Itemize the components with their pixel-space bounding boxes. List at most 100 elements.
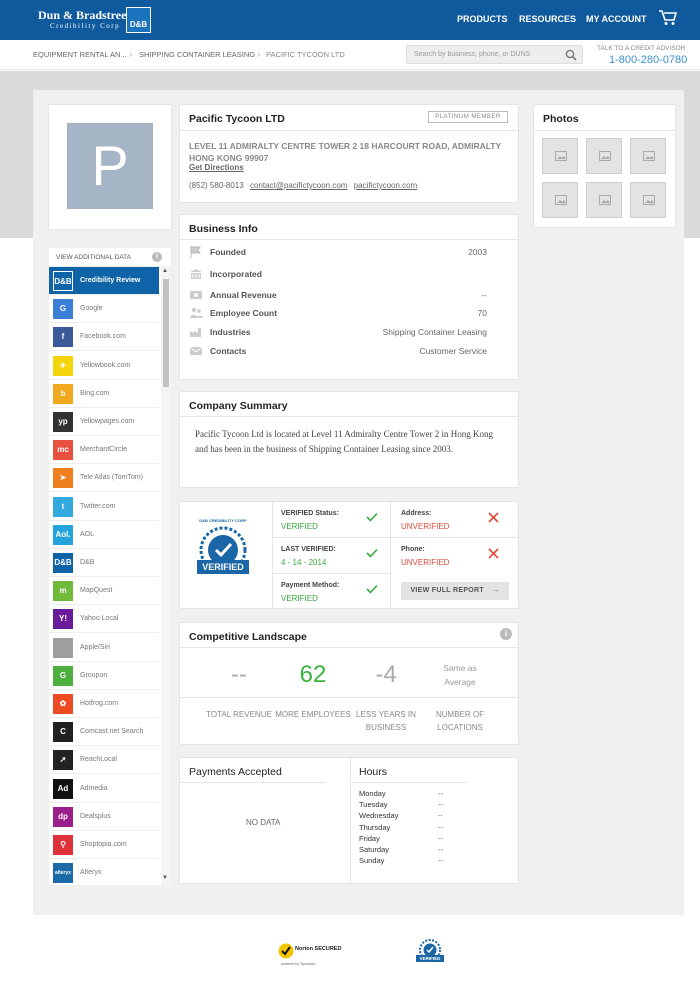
hours-row: Sunday -- [359,856,443,865]
sidebar-item[interactable]: Y! Yahoo Local [49,605,159,634]
company-email-link[interactable]: contact@pacifictycoon.com [250,181,348,190]
sidebar-item-label: Yellowbook.com [80,361,131,369]
sidebar-item[interactable]: D&B D&B [49,549,159,577]
sidebar-item[interactable]: Apple/Siri [49,633,159,662]
company-card: Pacific Tycoon LTD PLATINUM MEMBER LEVEL… [180,105,518,202]
source-logo-icon: Y! [53,609,73,630]
sidebar-item-label: Hotfrog.com [80,700,119,707]
info-row-contacts: Contacts Customer Service [189,346,497,360]
scrollbar-thumb[interactable] [163,279,169,387]
sidebar-item[interactable]: C Comcast.net Search [49,718,159,747]
metric-employees-caption: MORE EMPLOYEES [275,710,351,719]
breadcrumb-item-equipment[interactable]: EQUIPMENT RENTAL AN... [33,50,127,59]
get-directions-link[interactable]: Get Directions [189,163,244,172]
people-icon [190,307,203,318]
chevron-right-icon: › [257,49,260,59]
sidebar-item[interactable]: ✈ Yellowbook.com [49,351,159,380]
nav-my-account[interactable]: MY ACCOUNT [586,14,647,24]
payment-method-label: Payment Method: [281,582,340,589]
view-full-report-button[interactable]: VIEW FULL REPORT → [401,582,509,600]
photo-placeholder[interactable] [542,182,578,218]
cart-icon[interactable] [659,10,677,26]
sidebar-item[interactable]: Aol. AOL [49,520,159,549]
advisor-phone[interactable]: 1-800-280-0780 [609,54,687,66]
search-input[interactable]: Search by business, phone, or DUNS [406,45,583,64]
sidebar-item-label: Shoptopia.com [80,841,127,848]
hours-row: Wednesday -- [359,811,443,820]
sidebar-item[interactable]: ✿ Hotfrog.com [49,690,159,718]
source-logo-icon: Aol. [53,524,73,545]
sidebar-item[interactable]: b Bing.com [49,379,159,408]
status-value: VERIFIED [281,522,318,531]
info-icon[interactable]: i [500,628,512,640]
building-icon [190,269,202,279]
sidebar-scrollbar[interactable]: ▲ ▼ [161,267,171,885]
arrow-right-icon: → [492,587,500,594]
payments-empty: NO DATA [246,818,281,827]
metric-years-value: -4 [375,661,397,688]
metric-years-caption: LESS YEARS IN BUSINESS [356,710,416,732]
photo-placeholder[interactable] [586,182,622,218]
seal-text: VERIFIED [202,562,244,572]
sidebar-item[interactable]: m MapQuest [49,577,159,606]
sidebar-item[interactable]: mc MerchantCircle [49,436,159,465]
norton-check-icon [278,943,294,959]
payments-title: Payments Accepted [189,766,282,778]
sidebar-item[interactable]: t Twitter.com [49,492,159,521]
scroll-down-icon[interactable]: ▼ [162,875,168,881]
money-icon [190,291,202,299]
sidebar-item[interactable]: alteryx Alteryx [49,859,159,885]
divider [351,782,467,783]
sidebar-item[interactable]: f Facebook.com [49,323,159,352]
company-avatar-card: P [49,105,171,229]
search-icon[interactable] [565,49,577,61]
sidebar-item-label: MerchantCircle [80,446,128,454]
sidebar-item-label: Twitter.com [80,502,116,510]
photo-placeholder[interactable] [586,138,622,174]
info-icon[interactable]: i [152,252,162,262]
business-info-title: Business Info [189,223,258,235]
sidebar-item[interactable]: Ad Admedia [49,774,159,803]
photo-placeholder[interactable] [630,182,666,218]
photo-placeholder[interactable] [630,138,666,174]
scroll-up-icon[interactable]: ▲ [162,268,168,274]
sidebar-item-label: Bing.com [80,389,110,397]
company-address: LEVEL 11 ADMIRALTY CENTRE TOWER 2 18 HAR… [189,141,502,163]
nav-products[interactable]: PRODUCTS [457,14,508,24]
factory-icon [190,328,201,337]
sidebar-item-label: ReachLocal [80,756,117,764]
source-logo-icon: b [53,383,73,404]
breadcrumb-item-current: PACIFIC TYCOON LTD [266,50,345,59]
sidebar-header: VIEW ADDITIONAL DATA i [49,248,171,266]
sidebar-item[interactable]: G Google [49,295,159,324]
sidebar-item[interactable]: dp Dealsplus [49,802,159,831]
check-icon [366,548,378,558]
sidebar-item-label: D&B [80,559,95,566]
norton-badge[interactable]: Norton SECURED powered by Symantec [278,941,341,969]
verification-card: VERIFIED D&B CREDIBILITY CORP VERIFIED S… [180,502,518,608]
company-website-link[interactable]: pacifictycoon.com [354,181,418,190]
chevron-right-icon: › [129,49,132,59]
breadcrumb-item-shipping[interactable]: SHIPPING CONTAINER LEASING [139,50,255,59]
sidebar-item[interactable]: D&B Credibility Review [49,267,159,295]
sidebar-item-label: Tele Atlas (TomTom) [80,474,144,482]
company-phone[interactable]: (852) 580-8013 [189,181,244,190]
competitive-title: Competitive Landscape [189,631,307,643]
avatar: P [67,123,153,209]
sidebar-item[interactable]: ➤ Tele Atlas (TomTom) [49,464,159,493]
sidebar-item[interactable]: ⚲ Shoptopia.com [49,831,159,859]
last-verified-label: LAST VERIFIED: [281,546,336,553]
metric-revenue-caption: TOTAL REVENUE [206,710,272,719]
sidebar-item[interactable]: yp Yellowpages.com [49,408,159,436]
sidebar-item[interactable]: G Groupon [49,661,159,690]
sidebar-item[interactable]: ➚ ReachLocal [49,746,159,775]
nav-resources[interactable]: RESOURCES [519,14,576,24]
divider [272,502,273,608]
company-summary-text: Pacific Tycoon Ltd is located at Level 1… [195,429,494,454]
photo-placeholder[interactable] [542,138,578,174]
info-row-employees: Employee Count 70 [189,307,497,322]
dnb-verified-badge[interactable]: VERIFIED [415,939,445,969]
info-row-industries: Industries Shipping Container Leasing [189,327,497,341]
dnb-logo[interactable]: Dun & Bradstreet Credibility Corp D&B [38,7,152,34]
metric-locations-value: Same as Average [443,663,477,687]
